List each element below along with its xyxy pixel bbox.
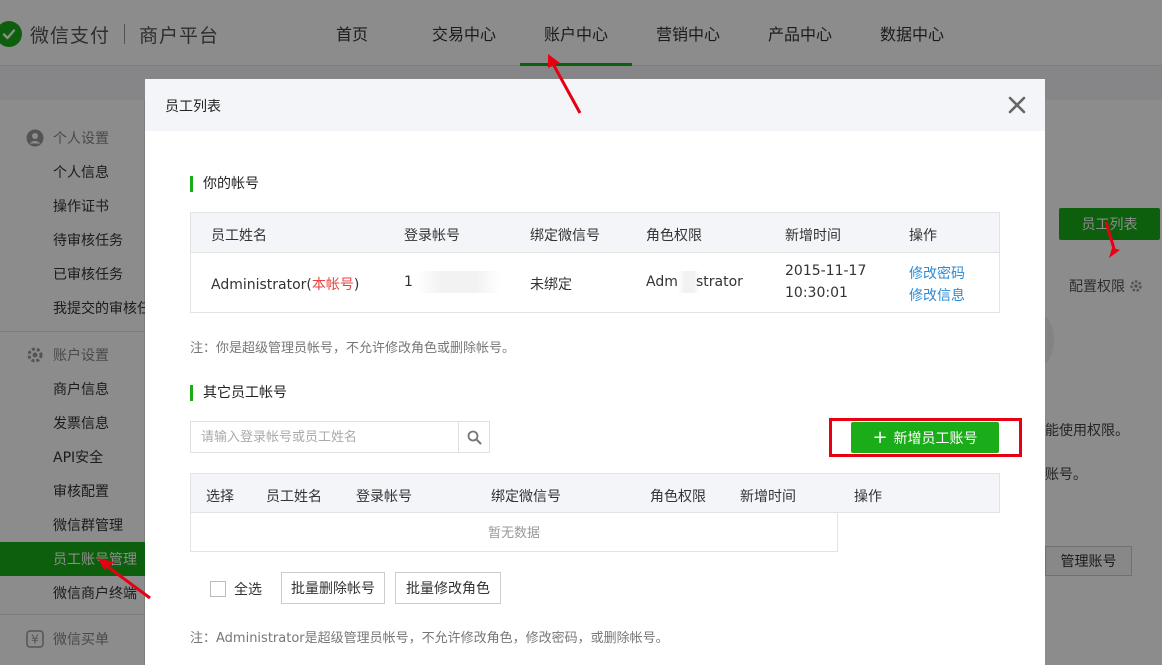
search-button[interactable]: [458, 422, 489, 452]
column-header: 登录帐号: [356, 489, 412, 505]
section-title-other-accounts: 其它员工帐号: [190, 385, 287, 401]
staff-search: [190, 421, 490, 453]
column-header: 角色权限: [646, 228, 702, 244]
select-all-label: 全选: [234, 582, 262, 598]
table-row: Administrator(本帐号) 1 未绑定 Admi strator 20…: [191, 253, 999, 313]
column-header: 新增时间: [785, 228, 841, 244]
employee-name: Administrator(: [211, 277, 312, 293]
column-header: 操作: [909, 228, 937, 244]
self-account-tag: 本帐号: [311, 277, 354, 293]
column-header: 角色权限: [650, 489, 706, 505]
annotation-arrow: [1104, 221, 1120, 258]
search-input[interactable]: [191, 422, 458, 452]
created-date: 2015-11-17: [785, 263, 867, 279]
batch-edit-role-button[interactable]: 批量修改角色: [395, 572, 501, 604]
annotation-arrow: [548, 54, 582, 114]
staff-list-dialog: 员工列表 你的帐号 员工姓名 登录帐号 绑定微信号 角色权限 新增时间 操作 A…: [145, 79, 1045, 665]
section-title-my-account: 你的帐号: [190, 176, 259, 192]
bound-wechat: 未绑定: [530, 277, 572, 293]
column-header: 绑定微信号: [491, 489, 561, 505]
search-icon: [467, 430, 481, 444]
checkbox[interactable]: [210, 581, 226, 597]
empty-state: 暂无数据: [190, 512, 838, 552]
annotation-arrow: [98, 558, 151, 600]
my-account-table: 员工姓名 登录帐号 绑定微信号 角色权限 新增时间 操作 Administrat…: [190, 212, 1000, 313]
dialog-title: 员工列表: [165, 99, 221, 115]
redacted-blur: [417, 271, 501, 293]
table-header: 员工姓名 登录帐号 绑定微信号 角色权限 新增时间 操作: [191, 213, 999, 253]
column-header: 员工姓名: [211, 228, 267, 244]
table-header: 选择 员工姓名 登录帐号 绑定微信号 角色权限 新增时间 操作: [190, 473, 1000, 513]
highlight-annotation-box: [829, 418, 1022, 457]
column-header: 绑定微信号: [530, 228, 600, 244]
created-time: 10:30:01: [785, 285, 848, 301]
change-password-link[interactable]: 修改密码: [909, 263, 965, 283]
batch-delete-button[interactable]: 批量删除帐号: [281, 572, 385, 604]
column-header: 选择: [206, 489, 234, 505]
other-accounts-table: 选择 员工姓名 登录帐号 绑定微信号 角色权限 新增时间 操作 暂无数据: [190, 473, 1000, 552]
dialog-header: 员工列表: [145, 79, 1045, 131]
column-header: 新增时间: [740, 489, 796, 505]
role-suffix: strator: [696, 274, 743, 290]
role-prefix: Admi: [646, 274, 682, 290]
edit-info-link[interactable]: 修改信息: [909, 285, 965, 305]
column-header: 员工姓名: [266, 489, 322, 505]
column-header: 登录帐号: [404, 228, 460, 244]
employee-name-cell: Administrator(本帐号): [211, 274, 359, 294]
note-admin-account: 注：你是超级管理员帐号，不允许修改角色或删除帐号。: [190, 341, 516, 356]
employee-name-close: ): [353, 277, 360, 293]
close-icon[interactable]: [1007, 95, 1027, 115]
login-account: 1: [404, 274, 413, 290]
select-all-checkbox[interactable]: 全选: [210, 579, 262, 599]
column-header: 操作: [854, 489, 882, 505]
note-administrator: 注：Administrator是超级管理员帐号，不允许修改角色，修改密码，或删除…: [190, 631, 669, 646]
